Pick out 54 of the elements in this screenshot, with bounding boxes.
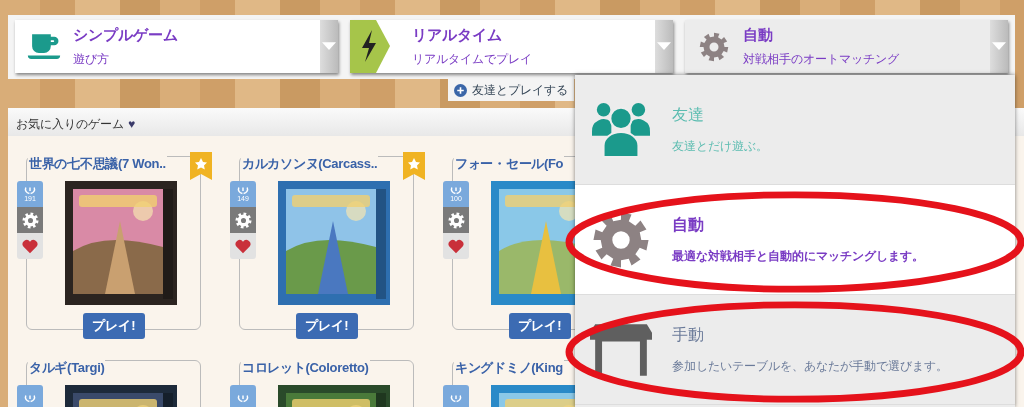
game-title[interactable]: タルギ(Targi) (28, 359, 106, 377)
play-with-friends-tab[interactable]: 友達とプレイする (448, 79, 574, 101)
option-description: 最適な対戦相手と自動的にマッチングします。 (672, 247, 924, 265)
option-title: 手動 (672, 324, 705, 345)
settings-icon (447, 211, 465, 229)
favorite-button[interactable] (443, 233, 469, 259)
lightning-icon (350, 20, 390, 73)
caret-icon (322, 42, 336, 51)
settings-button[interactable] (230, 207, 256, 233)
game-title[interactable]: 世界の七不思議(7 Won.. (28, 155, 167, 173)
mode-selector[interactable]: 自動 対戦相手のオートマッチング (685, 20, 1008, 73)
caret-icon (657, 42, 671, 51)
dropdown-toggle[interactable] (320, 20, 338, 73)
option-description: 友達とだけ遊ぶ。 (672, 137, 768, 155)
mode-selector[interactable]: シンプルゲーム 遊び方 (15, 20, 338, 73)
dropdown-toggle[interactable] (990, 20, 1008, 73)
laurel-icon (450, 393, 462, 403)
laurel-icon (237, 186, 249, 195)
game-title[interactable]: カルカソンヌ(Carcass.. (241, 155, 379, 173)
caret-icon (992, 42, 1006, 51)
game-title[interactable]: キングドミノ(King (454, 359, 564, 377)
dropdown-toggle[interactable] (655, 20, 673, 73)
gear-icon (697, 31, 731, 62)
settings-icon (21, 211, 39, 229)
settings-button[interactable] (17, 207, 43, 233)
mode-title: 自動 (743, 25, 774, 45)
laurel-icon (237, 393, 249, 403)
mode-title: シンプルゲーム (73, 25, 179, 45)
laurel-icon (24, 393, 36, 403)
game-title[interactable]: コロレット(Coloretto) (241, 359, 370, 377)
settings-icon (234, 211, 252, 229)
heart-glyph: ♥ (128, 117, 136, 131)
laurel-icon (450, 186, 462, 195)
people-icon (590, 100, 652, 159)
option-title: 自動 (672, 214, 705, 235)
settings-button[interactable] (443, 207, 469, 233)
menu-option[interactable]: 手動 参加したいテーブルを、あなたが手動で選びます。 (575, 295, 1015, 405)
plus-icon (454, 83, 467, 97)
option-title: 友達 (672, 104, 705, 125)
game-title[interactable]: フォー・セール(Fo (454, 155, 565, 173)
play-button[interactable]: プレイ! (509, 313, 571, 339)
favorite-button[interactable] (230, 233, 256, 259)
mode-subtitle: 遊び方 (73, 50, 110, 68)
favorite-button[interactable] (17, 233, 43, 259)
mode-subtitle: 対戦相手のオートマッチング (743, 50, 900, 68)
play-button[interactable]: プレイ! (296, 313, 358, 339)
play-button[interactable]: プレイ! (83, 313, 145, 339)
mode-selector[interactable]: リアルタイム リアルタイムでプレイ (350, 20, 673, 73)
favorites-title: お気に入りのゲーム (16, 115, 124, 133)
option-description: 参加したいテーブルを、あなたが手動で選びます。 (672, 357, 948, 375)
laurel-icon (24, 186, 36, 195)
mode-subtitle: リアルタイムでプレイ (412, 50, 533, 68)
cup-icon (27, 31, 61, 62)
mode-title: リアルタイム (412, 25, 503, 45)
